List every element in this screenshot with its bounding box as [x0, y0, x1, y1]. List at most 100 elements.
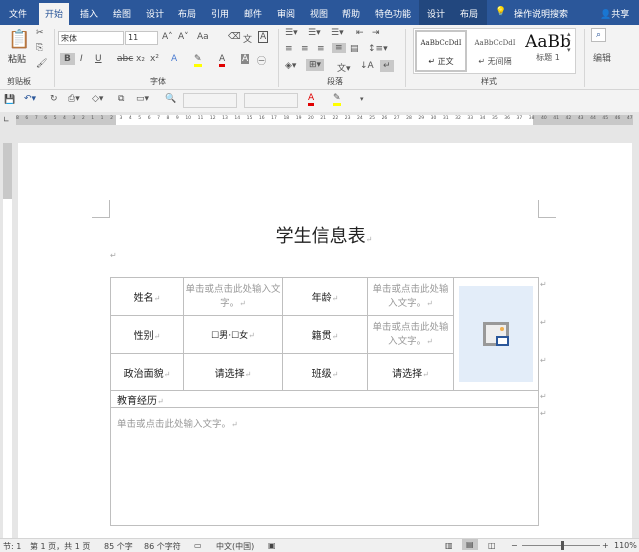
char-shading-icon[interactable]: A	[241, 54, 250, 64]
tab-references[interactable]: 引用	[211, 7, 229, 20]
read-mode-icon[interactable]: ▥	[445, 541, 453, 550]
editing-button[interactable]: 编辑	[593, 51, 611, 64]
font-color-icon[interactable]: A	[219, 54, 226, 67]
bold-icon[interactable]: B	[60, 53, 75, 65]
char-border-icon[interactable]: A	[258, 31, 269, 43]
redo-icon[interactable]: ↻	[50, 94, 58, 104]
qat-height-input[interactable]	[244, 93, 298, 108]
qat-highlight-icon[interactable]: ✎	[333, 93, 341, 106]
female-checkbox[interactable]: ☐	[231, 331, 239, 341]
customize-qat-icon[interactable]: ▾	[360, 95, 364, 103]
find-icon[interactable]: ⌕	[591, 28, 607, 42]
styles-scroll-icon[interactable]: ▴ ▾ ▾	[567, 30, 571, 54]
justify-icon[interactable]: ≡	[332, 43, 346, 53]
borders-icon[interactable]: ⊞▾	[306, 59, 325, 71]
font-size-select[interactable]: 11	[125, 31, 158, 45]
tab-home[interactable]: 开始	[39, 3, 70, 25]
style-no-spacing[interactable]: AaBbCcDdI ↵ 无间隔	[469, 30, 521, 72]
shapes-icon[interactable]: ◇▾	[92, 94, 103, 104]
tab-file[interactable]: 文件	[9, 7, 27, 20]
zoom-out-button[interactable]: −	[511, 541, 518, 550]
undo-icon[interactable]: ↶▾	[24, 94, 36, 104]
document-title[interactable]: 学生信息表↵	[110, 222, 538, 248]
superscript-icon[interactable]: x²	[150, 54, 159, 64]
section-indicator[interactable]: 节: 1	[3, 541, 21, 552]
cut-icon[interactable]: ✂	[36, 28, 44, 38]
tab-layout[interactable]: 布局	[178, 7, 196, 20]
text-effects-icon[interactable]: A	[171, 54, 177, 64]
print-icon[interactable]: ⎙▾	[68, 94, 80, 104]
grow-font-icon[interactable]: A˄	[162, 32, 173, 42]
numbering-icon[interactable]: ☰▾	[308, 28, 321, 38]
save-icon[interactable]: 💾	[4, 95, 15, 105]
language-indicator[interactable]: 中文(中国)	[216, 541, 254, 552]
change-case-button[interactable]: Aa	[197, 32, 209, 42]
italic-icon[interactable]: I	[80, 54, 83, 64]
subscript-icon[interactable]: x₂	[136, 54, 145, 64]
tab-special[interactable]: 特色功能	[375, 7, 411, 20]
male-checkbox[interactable]: ☐	[211, 331, 219, 341]
qat-width-input[interactable]	[183, 93, 237, 108]
photo-placeholder[interactable]	[459, 286, 533, 382]
sort-icon[interactable]: ↓A	[360, 61, 374, 71]
chinese-layout-icon[interactable]: 文▾	[337, 61, 351, 74]
underline-icon[interactable]: U	[95, 54, 102, 64]
tab-draw[interactable]: 绘图	[113, 7, 131, 20]
multilevel-list-icon[interactable]: ☰▾	[331, 28, 344, 38]
tab-view[interactable]: 视图	[310, 7, 328, 20]
word-count[interactable]: 85 个字	[104, 541, 133, 552]
paste-icon[interactable]: 📋	[8, 29, 30, 50]
zoom-level[interactable]: 110%	[614, 541, 637, 550]
zoom-in-button[interactable]: +	[602, 541, 609, 550]
tab-help[interactable]: 帮助	[342, 7, 360, 20]
photo-cell[interactable]	[453, 277, 539, 391]
strikethrough-icon[interactable]: abc	[117, 54, 133, 64]
share-button[interactable]: 👤共享	[600, 7, 629, 20]
horizontal-ruler[interactable]: ∟ 8 6 7 6 5 4 3 2 1 1 2 3 4 5 6 7 8 9 10 11 12 13 14 15 16 17 18 19…	[0, 112, 639, 128]
align-right-icon[interactable]: ≡	[317, 44, 325, 54]
age-input[interactable]: 单击或点击此处输入文字。↵	[367, 277, 454, 316]
qat-font-color-icon[interactable]: A	[308, 93, 315, 106]
clear-format-icon[interactable]: ⌫	[228, 32, 241, 42]
origin-input[interactable]: 单击或点击此处输入文字。↵	[367, 315, 454, 354]
font-name-select[interactable]: 宋体	[58, 31, 124, 45]
macro-icon[interactable]: ▣	[268, 541, 276, 550]
copy-format-icon[interactable]: ⧉	[118, 94, 124, 104]
zoom-slider-thumb[interactable]	[560, 541, 564, 550]
print-preview-icon[interactable]: 🔍	[165, 94, 176, 104]
insert-textbox-icon[interactable]: ▭▾	[136, 94, 149, 104]
class-dropdown[interactable]: 请选择↵	[367, 353, 454, 391]
format-painter-icon[interactable]: 🖌	[36, 59, 47, 69]
web-layout-icon[interactable]: ◫	[488, 541, 496, 550]
shrink-font-icon[interactable]: A˅	[178, 32, 189, 42]
search-tell-me[interactable]: 操作说明搜索	[514, 7, 568, 20]
increase-indent-icon[interactable]: ⇥	[372, 28, 380, 38]
tab-design[interactable]: 设计	[146, 7, 164, 20]
name-input[interactable]: 单击或点击此处输入文字。↵	[183, 277, 283, 316]
char-count[interactable]: 86 个字符	[144, 541, 181, 552]
tab-table-design[interactable]: 设计	[427, 7, 445, 20]
page-indicator[interactable]: 第 1 页，共 1 页	[30, 541, 90, 552]
phonetic-icon[interactable]: 文	[243, 32, 252, 45]
tab-selector-icon[interactable]: ∟	[3, 115, 10, 124]
print-layout-icon[interactable]: ▤	[462, 539, 478, 550]
distributed-icon[interactable]: ▤	[350, 44, 359, 54]
proofing-icon[interactable]: ▭	[194, 541, 202, 550]
tab-review[interactable]: 审阅	[277, 7, 295, 20]
enclose-char-icon[interactable]: ㊀	[257, 54, 266, 67]
show-marks-icon[interactable]: ↵	[380, 60, 394, 72]
vertical-ruler[interactable]	[0, 128, 14, 538]
bullets-icon[interactable]: ☰▾	[285, 28, 298, 38]
highlight-icon[interactable]: ✎	[194, 54, 202, 67]
decrease-indent-icon[interactable]: ⇤	[356, 28, 364, 38]
education-input[interactable]: 单击或点击此处输入文字。↵	[110, 407, 539, 526]
tab-insert[interactable]: 插入	[80, 7, 98, 20]
shading-icon[interactable]: ◈▾	[285, 61, 296, 71]
align-center-icon[interactable]: ≡	[301, 44, 309, 54]
align-left-icon[interactable]: ≡	[285, 44, 293, 54]
politics-dropdown[interactable]: 请选择↵	[183, 353, 283, 391]
style-normal[interactable]: AaBbCcDdI ↵ 正文	[415, 30, 467, 72]
copy-icon[interactable]: ⎘	[36, 43, 43, 53]
tab-table-layout[interactable]: 布局	[460, 7, 478, 20]
tab-mailings[interactable]: 邮件	[244, 7, 262, 20]
